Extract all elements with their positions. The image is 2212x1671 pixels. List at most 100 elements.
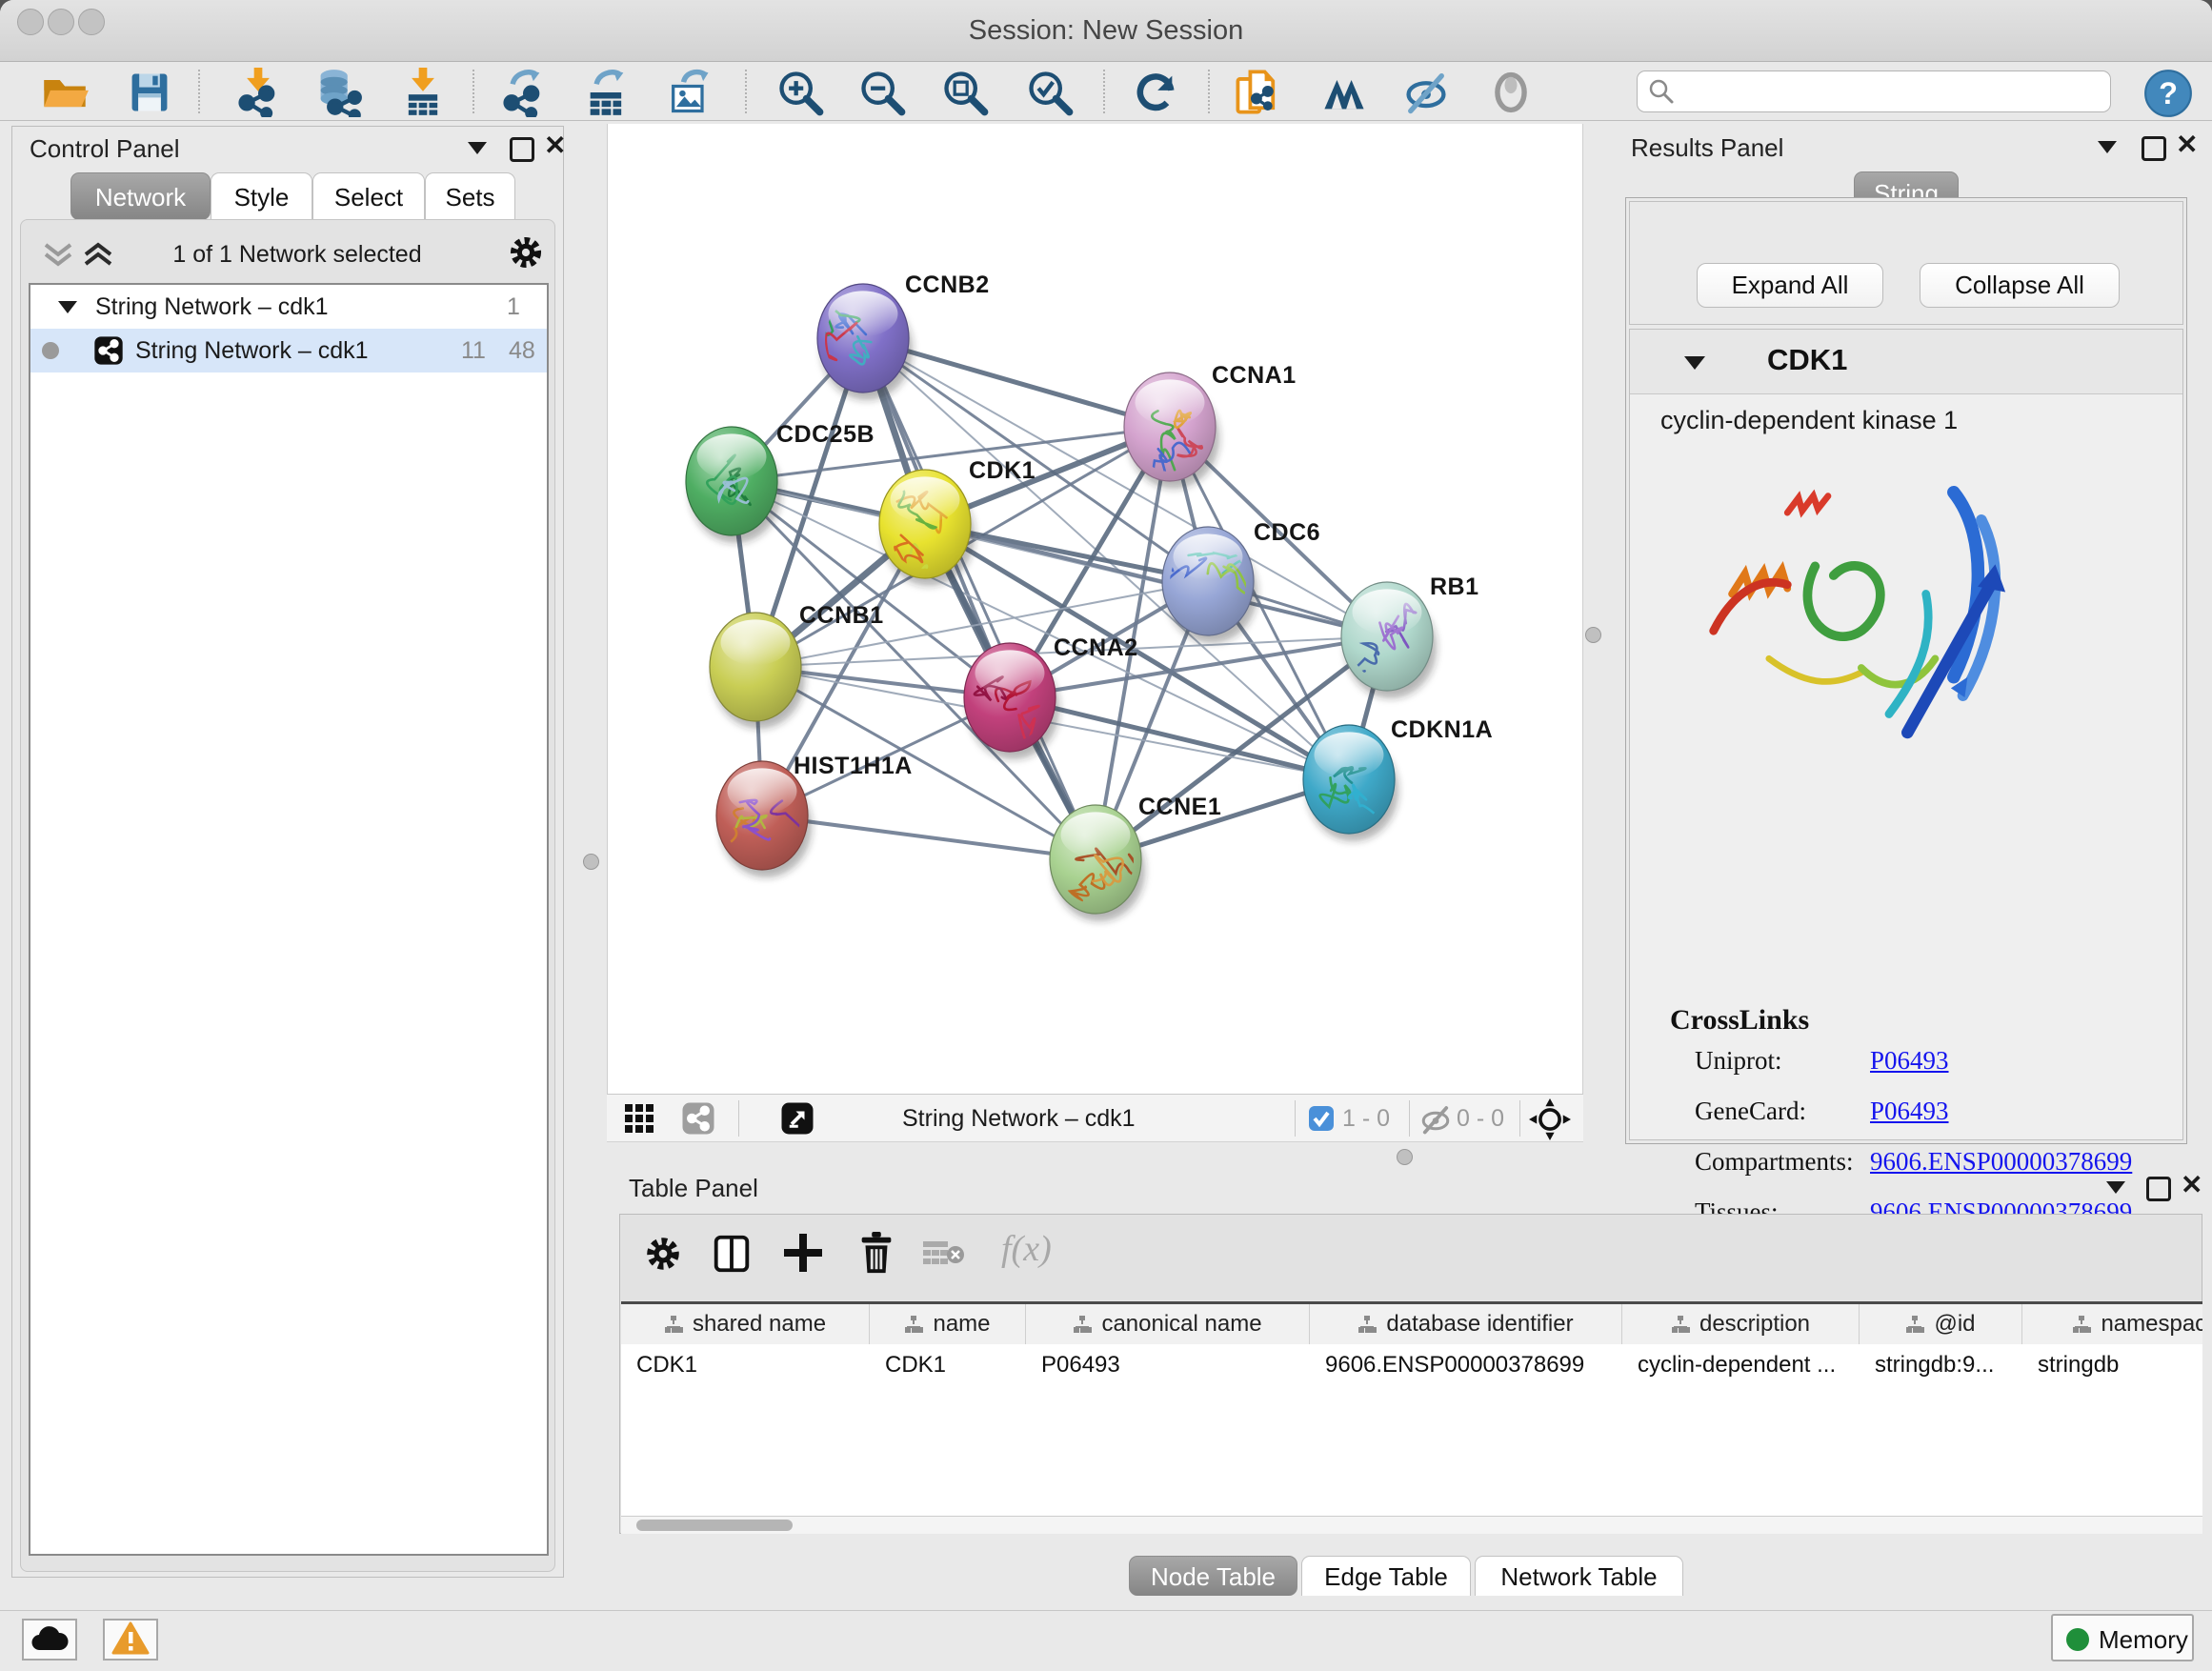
collapse-all-button[interactable]: Collapse All — [1920, 263, 2120, 308]
tab-network[interactable]: Network — [70, 172, 211, 220]
column-header-database-identifier[interactable]: database identifier — [1310, 1304, 1622, 1344]
right-splitter-handle[interactable] — [1585, 627, 1601, 643]
export-image-button[interactable] — [665, 68, 714, 117]
table-gear-icon[interactable] — [641, 1232, 685, 1276]
selected-checkbox-icon[interactable] — [1308, 1105, 1335, 1132]
network-node-ccnb2[interactable] — [794, 284, 913, 400]
table-cell[interactable]: cyclin-dependent ... — [1622, 1344, 1860, 1386]
control-panel-close-icon[interactable]: ✕ — [544, 134, 566, 157]
network-node-cdc6[interactable] — [1159, 527, 1257, 643]
warnings-button[interactable] — [103, 1619, 158, 1661]
expand-all-chevron-icon[interactable] — [82, 241, 114, 270]
tab-select[interactable]: Select — [312, 172, 425, 220]
table-cell[interactable]: 9606.ENSP00000378699 — [1310, 1344, 1622, 1386]
column-header-canonical-name[interactable]: canonical name — [1026, 1304, 1310, 1344]
left-splitter-handle[interactable] — [583, 854, 599, 870]
tree-expand-icon[interactable] — [57, 299, 78, 314]
results-panel-float-icon[interactable] — [2142, 136, 2166, 161]
hide-graphics-details-button[interactable] — [1401, 68, 1451, 117]
search-input[interactable] — [1681, 75, 2104, 108]
tab-sets[interactable]: Sets — [425, 172, 515, 220]
column-header-name[interactable]: name — [870, 1304, 1026, 1344]
expand-all-button[interactable]: Expand All — [1697, 263, 1883, 308]
network-collection-label: String Network – cdk1 — [95, 293, 329, 321]
bottom-splitter-handle[interactable] — [1397, 1149, 1413, 1165]
bottom-status-bar: Memory — [0, 1610, 2212, 1671]
network-node-ccne1[interactable] — [1050, 805, 1145, 921]
tab-node-table[interactable]: Node Table — [1129, 1556, 1297, 1596]
export-network-button[interactable] — [498, 68, 548, 117]
network-node-ccna2[interactable] — [964, 643, 1059, 759]
open-folder-icon — [40, 68, 90, 117]
crosslink-link[interactable]: P06493 — [1870, 1046, 1949, 1076]
grid-view-icon[interactable] — [624, 1103, 654, 1134]
table-panel-close-icon[interactable]: ✕ — [2181, 1174, 2202, 1197]
show-hide-eye-button[interactable] — [1486, 68, 1536, 117]
network-node-ccna1[interactable] — [1124, 372, 1219, 489]
table-cell[interactable]: stringdb:9... — [1860, 1344, 2022, 1386]
network-collection-row[interactable]: String Network – cdk1 1 — [30, 285, 547, 329]
column-header--id[interactable]: @id — [1860, 1304, 2022, 1344]
toolbar-separator — [473, 70, 474, 113]
navigator-crosshair-icon[interactable] — [1529, 1098, 1571, 1140]
table-horizontal-scrollbar[interactable] — [621, 1516, 2202, 1534]
network-node-ccnb1[interactable] — [710, 613, 805, 729]
delete-column-trash-icon[interactable] — [855, 1230, 898, 1276]
tab-edge-table[interactable]: Edge Table — [1301, 1556, 1471, 1596]
zoom-out-button[interactable] — [857, 68, 907, 117]
table-cell[interactable]: CDK1 — [870, 1344, 1026, 1386]
network-canvas[interactable]: CCNB2CCNA1CDC25BCDK1CDC6RB1CCNB1CCNA2CDK… — [607, 124, 1583, 1094]
network-node-rb1[interactable] — [1341, 582, 1437, 698]
zoom-in-button[interactable] — [775, 68, 825, 117]
save-session-button[interactable] — [125, 68, 174, 117]
show-network-overview-button[interactable] — [1319, 68, 1369, 117]
collapse-section-icon[interactable] — [1683, 354, 1706, 371]
network-share-toggle-icon[interactable] — [681, 1101, 715, 1136]
network-edge-count: 48 — [509, 337, 535, 365]
memory-button[interactable]: Memory — [2051, 1614, 2194, 1661]
network-selection-status: 1 of 1 Network selected — [126, 241, 469, 269]
export-table-button[interactable] — [582, 68, 632, 117]
titlebar: Session: New Session — [0, 0, 2212, 62]
table-cell[interactable]: stringdb — [2022, 1344, 2202, 1386]
copy-network-style-button[interactable] — [1233, 68, 1282, 117]
help-button[interactable]: ? — [2143, 69, 2193, 118]
show-columns-icon[interactable] — [710, 1232, 754, 1276]
tab-network-table[interactable]: Network Table — [1475, 1556, 1683, 1596]
save-icon — [125, 68, 174, 117]
collapse-all-chevron-icon[interactable] — [42, 241, 74, 270]
import-network-button[interactable] — [233, 68, 283, 117]
hidden-eye-slash-icon — [1418, 1102, 1453, 1137]
add-column-icon[interactable] — [780, 1230, 826, 1276]
network-options-gear-icon[interactable] — [505, 232, 547, 273]
import-network-from-database-button[interactable] — [313, 68, 363, 117]
zoom-in-icon — [775, 68, 825, 117]
cloud-status-button[interactable] — [22, 1619, 77, 1661]
open-session-button[interactable] — [40, 68, 90, 117]
control-panel-menu-icon[interactable] — [468, 142, 487, 154]
open-in-new-window-icon[interactable] — [780, 1101, 814, 1136]
control-panel-float-icon[interactable] — [510, 137, 534, 162]
zoom-fit-button[interactable] — [940, 68, 990, 117]
table-panel-float-icon[interactable] — [2146, 1177, 2171, 1201]
network-row-selected[interactable]: String Network – cdk1 11 48 — [30, 329, 547, 372]
column-header-description[interactable]: description — [1622, 1304, 1860, 1344]
warning-triangle-icon — [111, 1621, 150, 1656]
crosslink-link[interactable]: P06493 — [1870, 1097, 1949, 1126]
results-panel-close-icon[interactable]: ✕ — [2176, 133, 2198, 156]
results-panel-menu-icon[interactable] — [2098, 141, 2117, 153]
tab-style[interactable]: Style — [211, 172, 312, 220]
network-view-toolbar: String Network – cdk1 1 - 0 0 - 0 — [607, 1094, 1583, 1142]
table-cell[interactable]: P06493 — [1026, 1344, 1310, 1386]
import-table-button[interactable] — [398, 68, 448, 117]
scrollbar-thumb[interactable] — [636, 1520, 793, 1531]
protein-header-row[interactable]: CDK1 — [1630, 330, 2182, 394]
column-header-shared-name[interactable]: shared name — [621, 1304, 870, 1344]
table-panel-menu-icon[interactable] — [2106, 1181, 2125, 1194]
string-network-graph[interactable]: CCNB2CCNA1CDC25BCDK1CDC6RB1CCNB1CCNA2CDK… — [608, 124, 1582, 1094]
column-header-namespace[interactable]: namespace — [2022, 1304, 2202, 1344]
table-cell[interactable]: CDK1 — [621, 1344, 870, 1386]
zoom-selected-button[interactable] — [1025, 68, 1075, 117]
refresh-view-button[interactable] — [1131, 68, 1180, 117]
network-node-cdkn1a[interactable] — [1303, 725, 1398, 841]
